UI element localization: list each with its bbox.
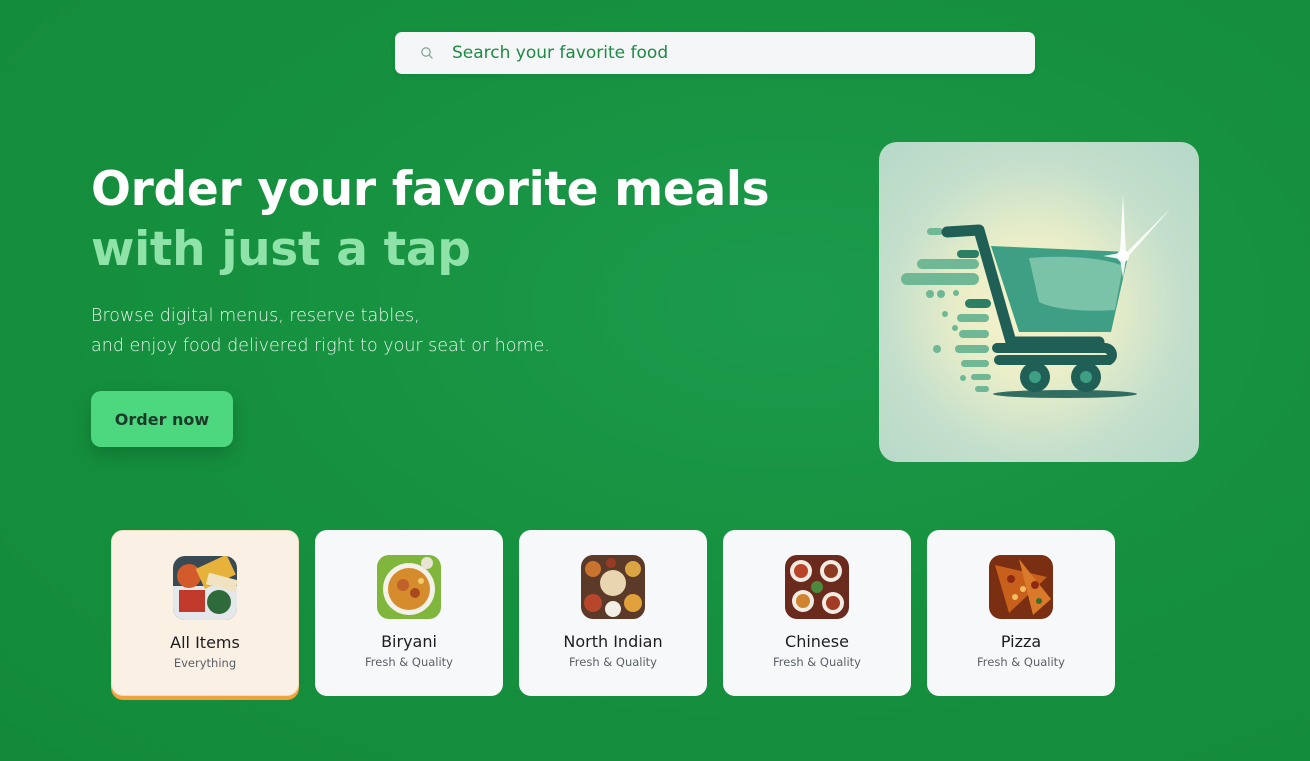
category-name: Biryani	[381, 632, 437, 651]
category-card-biryani[interactable]: Biryani Fresh & Quality	[315, 530, 503, 696]
category-name: All Items	[170, 633, 240, 652]
category-name: North Indian	[563, 632, 663, 651]
search-input[interactable]	[450, 42, 1035, 64]
hero-title-line2: with just a tap	[91, 222, 471, 277]
search-bar[interactable]	[395, 32, 1035, 74]
category-card-north-indian[interactable]: North Indian Fresh & Quality	[519, 530, 707, 696]
category-thumbnail	[785, 555, 849, 619]
hero-subtitle-line2: and enjoy food delivered right to your s…	[91, 336, 550, 356]
category-name: Chinese	[785, 632, 849, 651]
category-card-pizza[interactable]: Pizza Fresh & Quality	[927, 530, 1115, 696]
hero-subtitle-line1: Browse digital menus, reserve tables,	[91, 306, 420, 326]
category-card-chinese[interactable]: Chinese Fresh & Quality	[723, 530, 911, 696]
category-card-all-items[interactable]: All Items Everything	[111, 530, 299, 696]
search-icon	[420, 46, 434, 60]
order-now-button[interactable]: Order now	[91, 391, 233, 447]
hero-cart-illustration	[879, 142, 1199, 462]
hero-title: Order your favorite meals with just a ta…	[91, 160, 770, 280]
category-name: Pizza	[1000, 632, 1042, 651]
hero-subtitle: Browse digital menus, reserve tables, an…	[91, 301, 550, 361]
hero-title-line1: Order your favorite meals	[91, 162, 770, 217]
category-tag: Everything	[173, 656, 237, 670]
category-tag: Fresh & Quality	[977, 655, 1065, 669]
category-tag: Fresh & Quality	[773, 655, 861, 669]
category-tag: Fresh & Quality	[569, 655, 657, 669]
shopping-cart-icon	[901, 194, 1171, 398]
category-thumbnail	[173, 556, 237, 620]
category-list: All Items Everything Biryani Fresh & Qua…	[111, 530, 1115, 696]
category-thumbnail	[377, 555, 441, 619]
category-tag: Fresh & Quality	[365, 655, 453, 669]
category-thumbnail	[989, 555, 1053, 619]
category-thumbnail	[581, 555, 645, 619]
